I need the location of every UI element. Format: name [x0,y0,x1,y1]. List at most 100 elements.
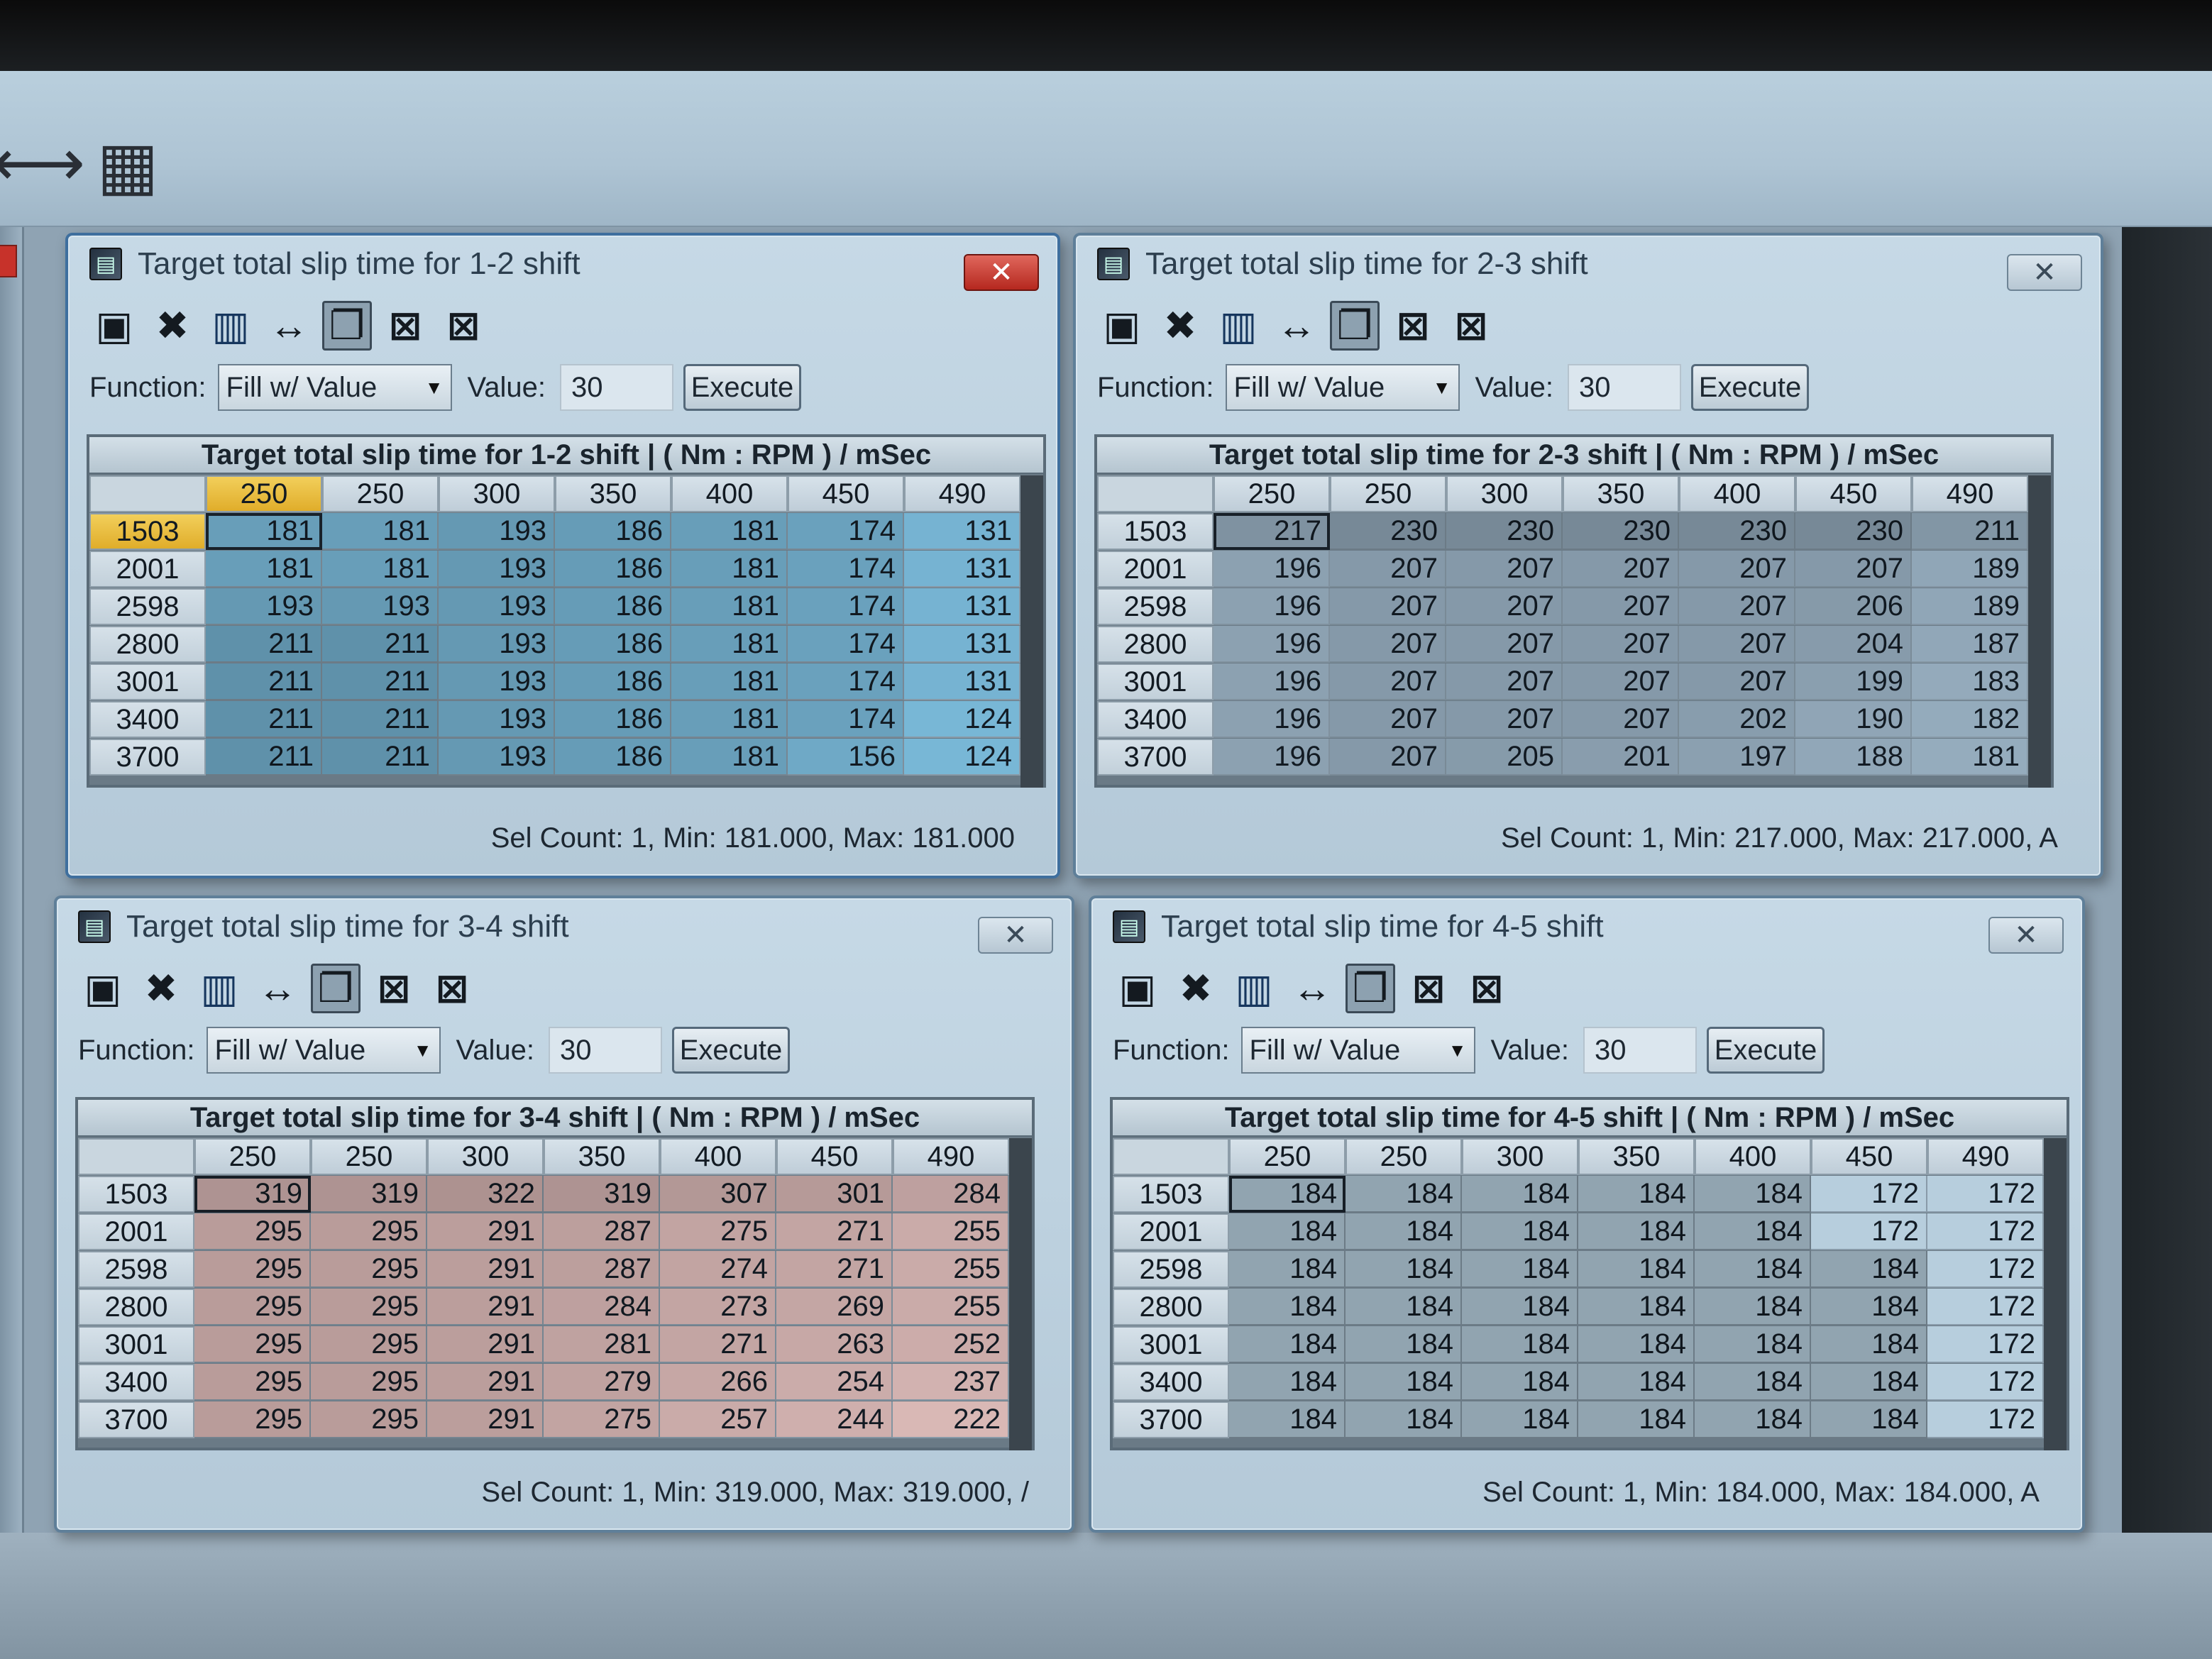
table-cell[interactable]: 181 [671,663,788,700]
table-cell[interactable]: 196 [1214,739,1330,776]
table-cell[interactable]: 186 [555,701,671,738]
table-cell[interactable]: 291 [427,1364,544,1401]
row-header[interactable]: 3400 [89,701,206,738]
value-input[interactable]: 30 [548,1027,662,1074]
table-cell[interactable]: 207 [1679,626,1795,663]
table-cell[interactable]: 291 [427,1401,544,1438]
table-cell[interactable]: 193 [439,701,555,738]
swap-arrows-icon[interactable]: ⟷ [0,128,85,199]
table-cell[interactable]: 291 [427,1251,544,1288]
table-cell[interactable]: 172 [1811,1213,1927,1250]
execute-button[interactable]: Execute [671,1027,790,1074]
table-cell[interactable]: 207 [1330,588,1446,625]
column-header[interactable]: 400 [1695,1138,1811,1175]
table-cell[interactable]: 207 [1330,739,1446,776]
table-cell[interactable]: 174 [788,588,904,625]
table-cell[interactable]: 269 [776,1289,893,1325]
column-header[interactable]: 300 [439,475,555,512]
column-header[interactable]: 300 [427,1138,544,1175]
smooth-icon[interactable]: ⊠ [1462,964,1512,1013]
row-header[interactable]: 2598 [1113,1251,1229,1288]
table-cell[interactable]: 181 [671,588,788,625]
table-cell[interactable]: 281 [544,1326,660,1363]
save-icon[interactable]: ▣ [1113,964,1162,1013]
row-header[interactable]: 3700 [89,739,206,776]
table-cell[interactable]: 186 [555,513,671,550]
row-header[interactable]: 3400 [78,1364,194,1401]
smooth-icon[interactable]: ⊠ [427,964,477,1013]
table-cell[interactable]: 307 [660,1176,776,1213]
table-cell[interactable]: 181 [671,551,788,588]
table-cell[interactable]: 184 [1578,1251,1695,1288]
table-cell[interactable]: 295 [311,1251,427,1288]
table-cell[interactable]: 184 [1695,1326,1811,1363]
row-header[interactable]: 2001 [78,1213,194,1250]
copy-icon[interactable]: ❐ [322,301,372,351]
table-cell[interactable]: 295 [194,1213,311,1250]
column-header[interactable]: 250 [1330,475,1446,512]
value-input[interactable]: 30 [559,364,673,411]
row-header[interactable]: 2800 [78,1289,194,1325]
swap-icon[interactable]: ↔ [264,301,314,351]
delete-icon[interactable]: ✖ [1155,301,1205,351]
table-window-4[interactable]: ▤ Target total slip time for 4-5 shift ✕ ▣ ✖… [1089,895,2085,1533]
table-cell[interactable]: 181 [671,701,788,738]
table-cell[interactable]: 207 [1679,663,1795,700]
table-cell[interactable]: 181 [671,513,788,550]
execute-button[interactable]: Execute [1706,1027,1825,1074]
row-header[interactable]: 2598 [89,588,206,625]
table-cell[interactable]: 230 [1330,513,1446,550]
function-select[interactable]: Fill w/ Value ▼ [1240,1027,1475,1074]
table-cell[interactable]: 295 [194,1251,311,1288]
swap-icon[interactable]: ↔ [1272,301,1321,351]
table-cell[interactable]: 184 [1578,1401,1695,1438]
interpolate-icon[interactable]: ⊠ [1404,964,1453,1013]
table-cell[interactable]: 181 [322,551,439,588]
table-cell[interactable]: 184 [1811,1364,1927,1401]
close-icon[interactable]: ✕ [964,254,1039,291]
table-cell[interactable]: 207 [1795,551,1912,588]
row-header[interactable]: 3400 [1113,1364,1229,1401]
table-cell[interactable]: 184 [1229,1176,1346,1213]
table-cell[interactable]: 181 [206,551,322,588]
row-header[interactable]: 2598 [1097,588,1214,625]
table-cell[interactable]: 257 [660,1401,776,1438]
table-cell[interactable]: 186 [555,551,671,588]
graph-icon[interactable]: ▥ [1229,964,1279,1013]
column-header[interactable]: 400 [1679,475,1795,512]
table-cell[interactable]: 211 [322,663,439,700]
smooth-icon[interactable]: ⊠ [439,301,488,351]
table-cell[interactable]: 252 [893,1326,1009,1363]
table-cell[interactable]: 207 [1446,663,1563,700]
table-cell[interactable]: 196 [1214,701,1330,738]
save-icon[interactable]: ▣ [89,301,139,351]
table-cell[interactable]: 184 [1578,1289,1695,1325]
table-cell[interactable]: 184 [1346,1251,1462,1288]
row-header[interactable]: 2001 [1113,1213,1229,1250]
row-header[interactable]: 2800 [1113,1289,1229,1325]
column-header[interactable]: 400 [660,1138,776,1175]
table-cell[interactable]: 193 [322,588,439,625]
table-cell[interactable]: 193 [439,739,555,776]
table-cell[interactable]: 196 [1214,626,1330,663]
table-cell[interactable]: 184 [1462,1213,1578,1250]
table-cell[interactable]: 273 [660,1289,776,1325]
row-header[interactable]: 1503 [1097,513,1214,550]
row-header[interactable]: 3001 [78,1326,194,1363]
table-cell[interactable]: 174 [788,701,904,738]
table-window-1[interactable]: ▤ Target total slip time for 1-2 shift ✕ ▣ ✖… [65,233,1060,878]
column-header[interactable]: 490 [1927,1138,2044,1175]
table-cell[interactable]: 319 [311,1176,427,1213]
table-cell[interactable]: 202 [1679,701,1795,738]
row-header[interactable]: 3700 [1097,739,1214,776]
table-cell[interactable]: 193 [439,663,555,700]
table-cell[interactable]: 184 [1462,1364,1578,1401]
table-cell[interactable]: 274 [660,1251,776,1288]
value-input[interactable]: 30 [1567,364,1681,411]
execute-button[interactable]: Execute [683,364,801,411]
row-header[interactable]: 2800 [1097,626,1214,663]
table-cell[interactable]: 211 [206,663,322,700]
table-cell[interactable]: 207 [1446,588,1563,625]
table-cell[interactable]: 295 [311,1401,427,1438]
table-cell[interactable]: 207 [1679,551,1795,588]
